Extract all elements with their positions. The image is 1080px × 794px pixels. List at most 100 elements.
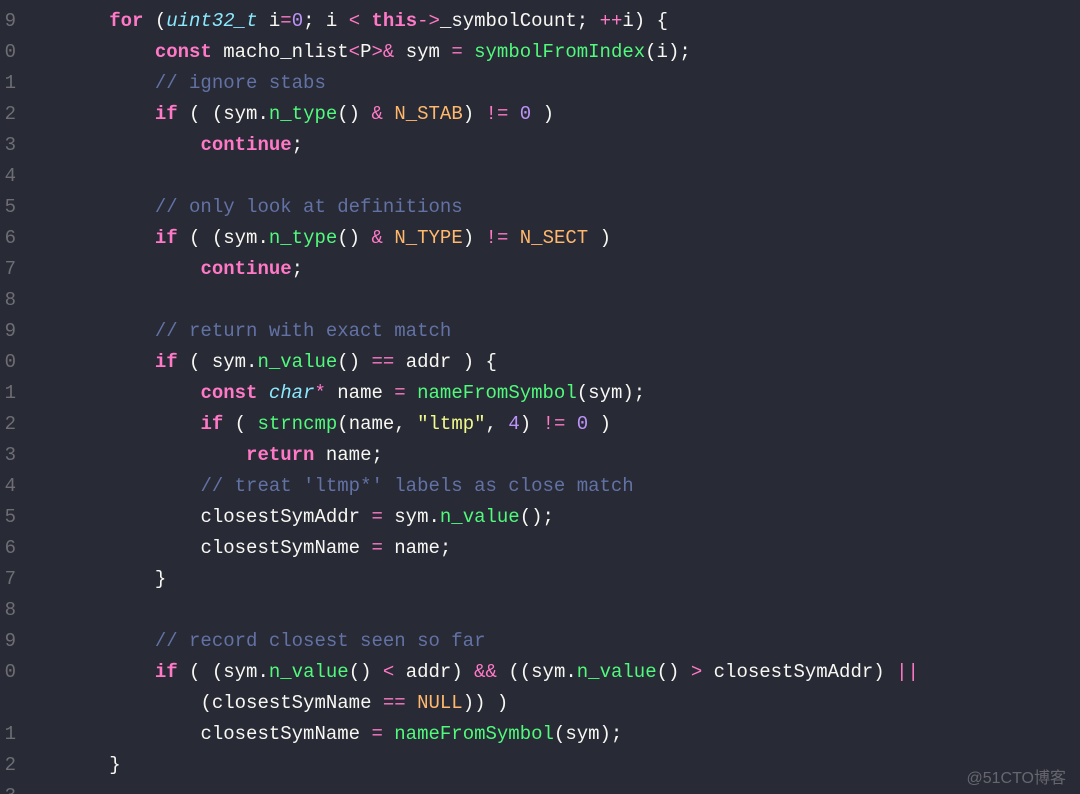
token-pl: (sym); — [554, 723, 622, 745]
token-pl: closestSymName — [200, 537, 371, 559]
line-number: 1 — [0, 378, 16, 409]
token-pl: (name, — [337, 413, 417, 435]
token-pl: (i); — [645, 41, 691, 63]
code-line: // record closest seen so far — [18, 626, 1080, 657]
line-number: 3 — [0, 440, 16, 471]
token-pl: name — [326, 382, 394, 404]
token-pl: name; — [314, 444, 382, 466]
token-kw: continue — [200, 258, 291, 280]
token-kw: this — [372, 10, 418, 32]
token-fn: strncmp — [257, 413, 337, 435]
token-kw: if — [200, 413, 223, 435]
token-op: = — [280, 10, 291, 32]
token-pl: ) — [520, 413, 543, 435]
line-number: 6 — [0, 223, 16, 254]
line-number: 8 — [0, 285, 16, 316]
token-cmt: // return with exact match — [155, 320, 451, 342]
code-line — [18, 781, 1080, 794]
line-number: 9 — [0, 316, 16, 347]
token-pl: } — [109, 754, 120, 776]
line-number: 2 — [0, 99, 16, 130]
code-line: continue; — [18, 254, 1080, 285]
line-number: 1 — [0, 719, 16, 750]
token-pl: () — [349, 661, 383, 683]
token-op: != — [543, 413, 566, 435]
code-line: } — [18, 564, 1080, 595]
line-number: 0 — [0, 657, 16, 688]
token-cmt: // treat 'ltmp*' labels as close match — [200, 475, 633, 497]
token-op: < — [383, 661, 394, 683]
line-number: 7 — [0, 564, 16, 595]
token-op: != — [486, 227, 509, 249]
code-line — [18, 285, 1080, 316]
code-line: closestSymAddr = sym.n_value(); — [18, 502, 1080, 533]
line-number: 5 — [0, 192, 16, 223]
token-op: || — [896, 661, 919, 683]
token-op: * — [314, 382, 325, 404]
code-editor: 9012345678901234567890123 for (uint32_t … — [0, 0, 1080, 794]
token-fn: n_value — [269, 661, 349, 683]
line-number — [0, 688, 16, 719]
token-fn: n_type — [269, 103, 337, 125]
code-area[interactable]: for (uint32_t i=0; i < this->_symbolCoun… — [18, 0, 1080, 794]
token-op: == — [383, 692, 406, 714]
token-pl: ( sym. — [178, 351, 258, 373]
line-number: 1 — [0, 68, 16, 99]
token-op: & — [372, 103, 383, 125]
line-number: 8 — [0, 595, 16, 626]
token-pl: name; — [383, 537, 451, 559]
line-number-gutter: 9012345678901234567890123 — [0, 0, 18, 794]
token-pl: () — [337, 351, 371, 373]
token-pl — [463, 41, 474, 63]
token-pl — [508, 103, 519, 125]
token-op: ++ — [600, 10, 623, 32]
token-op: = — [371, 506, 382, 528]
token-fn: nameFromSymbol — [394, 723, 554, 745]
token-pl: sym. — [383, 506, 440, 528]
token-kw: if — [155, 103, 178, 125]
token-pl: , — [486, 413, 509, 435]
line-number: 7 — [0, 254, 16, 285]
token-fn: symbolFromIndex — [474, 41, 645, 63]
token-pl: } — [155, 568, 166, 590]
token-fn: n_value — [257, 351, 337, 373]
token-op: < — [349, 41, 360, 63]
token-pl — [383, 103, 394, 125]
token-pl: ( (sym. — [178, 103, 269, 125]
token-kw: const — [200, 382, 257, 404]
token-op: == — [372, 351, 395, 373]
code-line: closestSymName = name; — [18, 533, 1080, 564]
code-line — [18, 595, 1080, 626]
token-cmt: // ignore stabs — [155, 72, 326, 94]
token-pl — [360, 10, 371, 32]
line-number: 0 — [0, 347, 16, 378]
token-pl: closestSymAddr) — [702, 661, 896, 683]
line-number: 9 — [0, 6, 16, 37]
token-pl: () — [657, 661, 691, 683]
token-pl: ; — [292, 258, 303, 280]
token-pl — [257, 382, 268, 404]
token-pl: closestSymName — [200, 723, 371, 745]
token-type: char — [269, 382, 315, 404]
token-op: -> — [417, 10, 440, 32]
token-num: 0 — [577, 413, 588, 435]
token-pl — [383, 723, 394, 745]
line-number: 3 — [0, 130, 16, 161]
code-line: closestSymName = nameFromSymbol(sym); — [18, 719, 1080, 750]
token-pl: (); — [520, 506, 554, 528]
token-const: N_STAB — [394, 103, 462, 125]
token-op: < — [349, 10, 360, 32]
token-pl: ((sym. — [497, 661, 577, 683]
token-fn: nameFromSymbol — [417, 382, 577, 404]
token-pl — [565, 413, 576, 435]
line-number: 6 — [0, 533, 16, 564]
line-number: 9 — [0, 626, 16, 657]
token-pl: addr) — [394, 661, 474, 683]
code-line: if ( (sym.n_value() < addr) && ((sym.n_v… — [18, 657, 1080, 688]
line-number: 2 — [0, 409, 16, 440]
token-kw: const — [155, 41, 212, 63]
token-pl: )) ) — [463, 692, 509, 714]
token-pl: ( (sym. — [178, 661, 269, 683]
token-kw: return — [246, 444, 314, 466]
token-pl — [508, 227, 519, 249]
